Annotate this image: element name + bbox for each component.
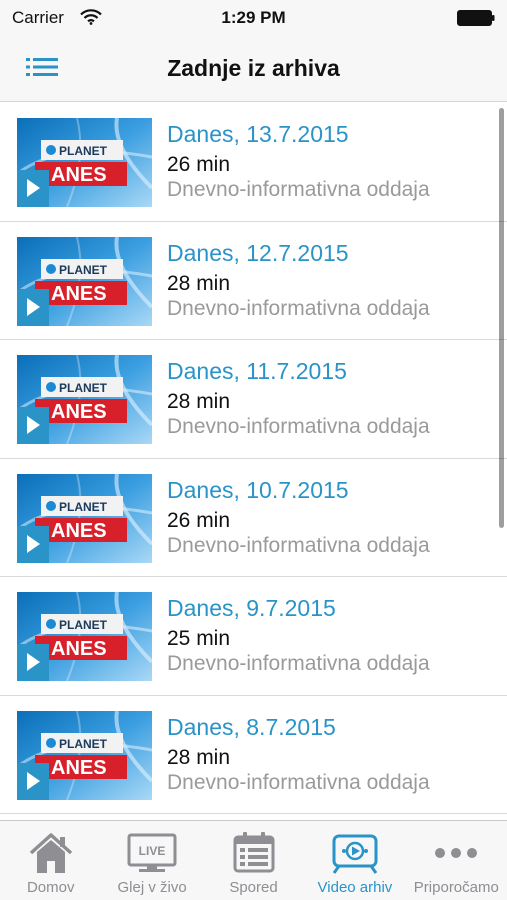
item-duration: 28 min [167, 390, 231, 413]
tab-label: Priporočamo [413, 879, 499, 896]
thumbnail-brand-text: PLANET [59, 263, 108, 277]
thumbnail-brand-text: PLANET [59, 144, 108, 158]
item-title: Danes, 13.7.2015 [167, 121, 349, 147]
video-thumbnail[interactable]: PLANET ANES [17, 473, 152, 563]
item-duration: 28 min [167, 745, 231, 769]
thumbnail-brand-text: PLANET [59, 737, 108, 751]
thumbnail-show-text: ANES [51, 757, 107, 779]
item-description: Dnevno-informativna oddaja [167, 652, 430, 675]
item-duration: 26 min [167, 508, 231, 532]
home-icon [29, 833, 72, 873]
tab-priporocamo[interactable]: Priporočamo [406, 821, 507, 900]
battery-icon [457, 10, 495, 26]
video-thumbnail[interactable]: PLANET ANES [17, 710, 152, 800]
item-duration: 26 min [167, 153, 231, 176]
thumbnail-show-text: ANES [51, 520, 107, 542]
video-list[interactable]: PLANET ANES Danes, 13.7.2015 26 min Dnev… [0, 103, 507, 820]
thumbnail-show-text: ANES [51, 164, 107, 186]
item-description: Dnevno-informativna oddaja [167, 178, 430, 201]
status-bar: Carrier 1:29 PM [0, 0, 507, 36]
list-scrollbar[interactable] [499, 108, 504, 528]
item-title: Danes, 12.7.2015 [167, 239, 349, 266]
status-time: 1:29 PM [221, 8, 286, 27]
item-duration: 28 min [167, 271, 231, 295]
tab-label: Glej v živo [117, 879, 187, 896]
item-description: Dnevno-informativna oddaja [167, 770, 430, 794]
item-description: Dnevno-informativna oddaja [167, 533, 430, 557]
page-title: Zadnje iz arhiva [167, 55, 340, 81]
thumbnail-brand-text: PLANET [59, 618, 108, 632]
item-title: Danes, 11.7.2015 [167, 358, 347, 384]
tab-label: Domov [26, 879, 75, 896]
tab-bar: Domov LIVE Glej v živo Spored Video arhi… [0, 820, 507, 900]
live-badge: LIVE [139, 844, 166, 858]
thumbnail-show-text: ANES [51, 283, 107, 305]
tab-label: Video arhiv [317, 879, 393, 896]
tab-video-arhiv[interactable]: Video arhiv [304, 821, 405, 900]
tab-label: Spored [229, 879, 278, 896]
thumbnail-show-text: ANES [51, 638, 107, 660]
video-thumbnail[interactable]: PLANET ANES [17, 592, 152, 681]
item-title: Danes, 8.7.2015 [167, 713, 336, 740]
video-thumbnail[interactable]: PLANET ANES [17, 355, 152, 444]
list-item[interactable]: PLANET ANES Danes, 13.7.2015 26 min Dnev… [0, 103, 507, 222]
list-item[interactable]: PLANET ANES Danes, 12.7.2015 28 min Dnev… [0, 222, 507, 340]
list-item[interactable]: PLANET ANES Danes, 8.7.2015 28 min Dnevn… [0, 696, 507, 814]
navigation-bar: Zadnje iz arhiva [0, 36, 507, 102]
item-title: Danes, 9.7.2015 [167, 595, 336, 621]
tab-spored[interactable]: Spored [203, 821, 304, 900]
more-icon [435, 848, 478, 858]
video-archive-icon [332, 834, 378, 874]
item-description: Dnevno-informativna oddaja [167, 415, 430, 438]
thumbnail-show-text: ANES [51, 401, 107, 423]
thumbnail-brand-text: PLANET [59, 500, 108, 514]
item-title: Danes, 10.7.2015 [167, 476, 349, 503]
list-item[interactable]: PLANET ANES Danes, 10.7.2015 26 min Dnev… [0, 459, 507, 577]
calendar-icon [233, 832, 275, 873]
video-thumbnail[interactable]: PLANET ANES [17, 236, 152, 326]
thumbnail-brand-text: PLANET [59, 381, 108, 395]
list-item[interactable]: PLANET ANES Danes, 9.7.2015 25 min Dnevn… [0, 577, 507, 696]
item-duration: 25 min [167, 627, 231, 650]
tab-domov[interactable]: Domov [0, 821, 101, 900]
list-item[interactable]: PLANET ANES Danes, 11.7.2015 28 min Dnev… [0, 340, 507, 459]
tab-glej-v-zivo[interactable]: LIVE Glej v živo [101, 821, 202, 900]
item-description: Dnevno-informativna oddaja [167, 296, 430, 320]
video-thumbnail[interactable]: PLANET ANES [17, 118, 152, 207]
live-tv-icon: LIVE [127, 833, 177, 872]
app-screen: Carrier 1:29 PM Zadnje iz arhiva PLANET … [0, 0, 507, 900]
